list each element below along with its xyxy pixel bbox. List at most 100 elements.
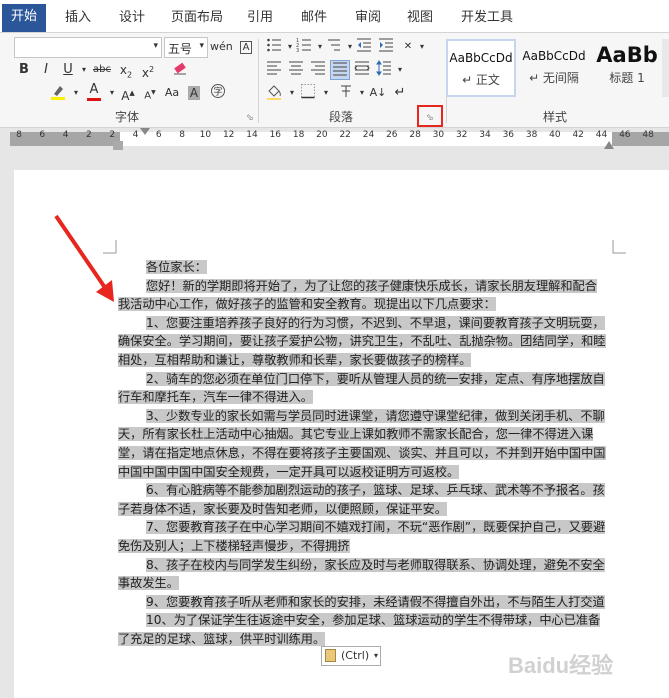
increase-indent-icon[interactable] (376, 37, 396, 57)
clipboard-icon (325, 649, 336, 662)
paragraph-text: 2、骑车的您必须在单位门口停下，要听从管理人员的统一安排，定点、有序地摆放自行车… (118, 371, 605, 405)
font-name-combobox[interactable]: ▾ (14, 37, 162, 58)
right-indent-marker[interactable] (604, 141, 614, 149)
align-left-icon[interactable] (264, 60, 284, 80)
shrink-font-icon[interactable]: A▼ (140, 83, 160, 103)
tab-home[interactable]: 开始 (2, 4, 46, 32)
paragraph-text: 8、孩子在校内与同学发生纠纷，家长应及时与老师取得联系、协调处理，避免不安全事故… (118, 557, 605, 591)
chevron-down-icon[interactable]: ▾ (412, 37, 432, 57)
paste-options-label: (Ctrl) (341, 649, 370, 662)
ruler-number: 4 (62, 130, 69, 140)
chevron-down-icon: ▾ (373, 651, 378, 660)
justify-icon[interactable] (330, 60, 350, 80)
paragraph-text: 10、为了保证学生往返途中安全，参加足球、篮球运动的学生不得带球，中心已准备了充… (118, 613, 601, 646)
sort-icon[interactable]: A↓ (368, 83, 388, 103)
style-name: ↵ 正文 (462, 73, 500, 87)
paragraph: 8、孩子在校内与同学发生纠纷，家长应及时与老师取得联系、协调处理，避免不安全事故… (118, 556, 608, 593)
chevron-down-icon[interactable]: ▾ (66, 83, 86, 103)
decrease-indent-icon[interactable] (354, 37, 374, 57)
chevron-down-icon[interactable]: ▾ (316, 83, 336, 103)
ruler-number: 22 (339, 130, 351, 140)
superscript-icon[interactable]: x2 (138, 60, 158, 80)
ruler-number: 30 (432, 130, 445, 140)
paragraph: 7、您要教育孩子在中心学习期间不嬉戏打闹，不玩“恶作剧”，既要保护自己，又要避免… (118, 518, 608, 555)
horizontal-ruler[interactable]: 8 6 4 2 2 4 6 8 10 12 14 16 18 20 22 24 26 28 30 32 34 36 38 40… (0, 128, 669, 150)
strikethrough-icon[interactable]: abc (92, 60, 112, 80)
ruler-number: 36 (502, 130, 515, 140)
ruler-number: 34 (479, 130, 491, 140)
group-separator (258, 39, 259, 123)
style-normal[interactable]: AaBbCcDd ↵ 正文 (446, 39, 516, 97)
ruler-number: 16 (269, 130, 282, 140)
font-size-value: 五号 (168, 42, 193, 56)
align-right-icon[interactable] (308, 60, 328, 80)
tab-mailings[interactable]: 邮件 (292, 6, 336, 32)
distributed-icon[interactable] (352, 60, 372, 80)
ruler-number: 38 (525, 130, 538, 140)
paragraph: 1、您要注重培养孩子良好的行为习惯，不迟到、不早退，课间要教育孩子文明玩耍，确保… (118, 314, 608, 370)
phonetic-guide-icon[interactable]: wén (210, 37, 233, 57)
chevron-down-icon[interactable]: ▾ (390, 60, 410, 80)
document-body[interactable]: 各位家长： 您好！新的学期即将开始了，为了让您的孩子健康快乐成长，请家长朋友理解… (118, 258, 608, 648)
paragraph-text: 3、少数专业的家长如需与学员同时进课堂，请您遵守课堂纪律，做到关闭手机、不聊天，… (118, 408, 606, 479)
change-case-icon[interactable]: Aa (162, 83, 182, 103)
tab-review[interactable]: 审阅 (346, 6, 390, 32)
first-line-indent-marker[interactable] (140, 128, 150, 135)
paragraph: 各位家长： (118, 258, 608, 277)
paragraph: 6、有心脏病等不能参加剧烈运动的孩子，篮球、足球、乒乓球、武术等不予报名。孩子若… (118, 481, 608, 518)
tab-page-layout[interactable]: 页面布局 (165, 6, 229, 32)
font-dialog-launcher-icon[interactable]: ⬂ (246, 113, 256, 123)
tab-view[interactable]: 视图 (398, 6, 442, 32)
annotation-highlight-box (417, 105, 443, 127)
ruler-number: 12 (222, 130, 235, 140)
text-highlight-icon[interactable] (48, 83, 68, 103)
ruler-number: 6 (39, 130, 46, 140)
char-shading-icon[interactable]: A (184, 83, 204, 103)
bold-icon[interactable]: B (14, 60, 34, 80)
styles-scrollbar[interactable] (662, 39, 669, 97)
tab-developer[interactable]: 开发工具 (455, 6, 519, 32)
ruler-number: 20 (316, 130, 328, 140)
clear-format-icon[interactable] (170, 60, 190, 80)
font-color-icon[interactable]: A (84, 82, 104, 103)
font-size-combobox[interactable]: 五号 ▾ (164, 37, 208, 58)
svg-text:3: 3 (296, 48, 299, 53)
borders-icon[interactable] (298, 83, 318, 103)
watermark-logo: Baidu经验 (508, 648, 613, 680)
paragraph-text: 7、您要教育孩子在中心学习期间不嬉戏打闹，不玩“恶作剧”，既要保护自己，又要避免… (118, 520, 606, 553)
ruler-number: 10 (199, 130, 212, 140)
style-sample: AaBb (596, 43, 658, 67)
enclose-characters-icon[interactable]: 字 (208, 83, 228, 103)
ruler-number: 2 (86, 130, 92, 140)
subscript-icon[interactable]: x2 (116, 60, 136, 80)
ruler-number: 40 (549, 130, 561, 140)
style-heading-1[interactable]: AaBb 标题 1 (592, 39, 662, 97)
align-center-icon[interactable] (286, 60, 306, 80)
chevron-down-icon[interactable]: ▾ (199, 41, 204, 51)
shading-icon[interactable] (264, 83, 284, 103)
ruler-number: 32 (455, 130, 468, 140)
ruler-number: 24 (362, 130, 375, 140)
chevron-down-icon[interactable]: ▾ (153, 41, 158, 51)
svg-text:字: 字 (213, 86, 222, 98)
italic-icon[interactable]: I (36, 60, 56, 80)
show-marks-icon[interactable]: ↵ (390, 83, 410, 103)
tab-references[interactable]: 引用 (238, 6, 282, 32)
grow-font-icon[interactable]: A▲ (118, 83, 138, 103)
enclose-char-icon[interactable]: A (236, 37, 256, 57)
style-no-spacing[interactable]: AaBbCcDd ↵ 无间隔 (520, 39, 588, 97)
ribbon: ▾ 五号 ▾ wén A B I U ▾ abc x2 x2 ▾ A ▾ A▲ … (0, 32, 669, 128)
style-name: 标题 1 (609, 71, 645, 85)
paragraph: 您好！新的学期即将开始了，为了让您的孩子健康快乐成长，请家长朋友理解和配合我活动… (118, 277, 608, 314)
margin-corner-mark (612, 240, 626, 254)
tab-design[interactable]: 设计 (108, 6, 156, 32)
paragraph: 10、为了保证学生往返途中安全，参加足球、篮球运动的学生不得带球，中心已准备了充… (118, 611, 608, 648)
paste-options-button[interactable]: (Ctrl) ▾ (321, 646, 381, 666)
paragraph-text: 各位家长： (146, 260, 207, 274)
chevron-down-icon[interactable]: ▾ (74, 60, 94, 80)
ruler-number: 8 (179, 130, 185, 140)
left-indent-marker[interactable] (113, 141, 123, 150)
tab-insert[interactable]: 插入 (54, 6, 102, 32)
style-sample: AaBbCcDd (522, 49, 586, 63)
paragraph-text: 1、您要注重培养孩子良好的行为习惯，不迟到、不早退，课间要教育孩子文明玩耍，确保… (118, 315, 606, 367)
